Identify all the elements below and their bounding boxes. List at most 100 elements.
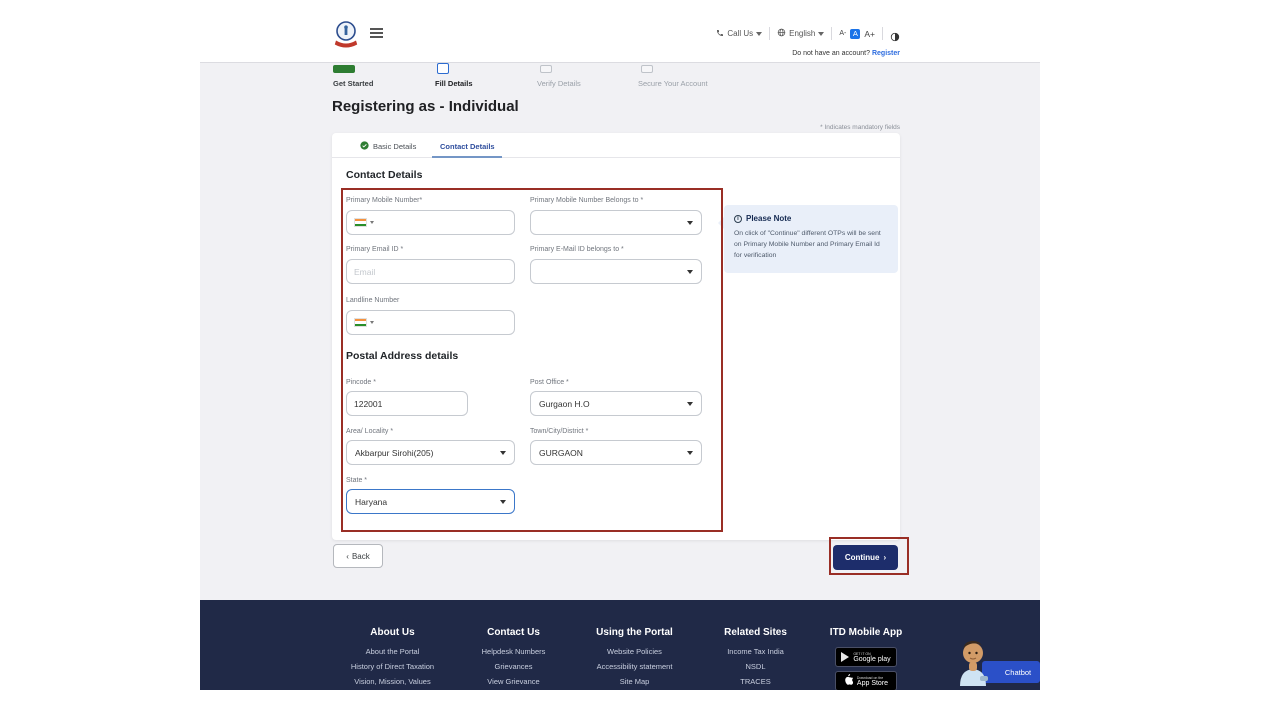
footer-link[interactable]: View Grievance xyxy=(453,677,574,686)
chatbot-label: Chatbot xyxy=(1005,668,1031,677)
email-belongs-label: Primary E-Mail ID belongs to * xyxy=(530,246,624,253)
pincode-input[interactable] xyxy=(346,391,468,416)
landline-input[interactable] xyxy=(346,310,515,335)
mandatory-fields-note: * Indicates mandatory fields xyxy=(820,124,900,131)
pincode-label: Pincode * xyxy=(346,379,376,386)
footer-link[interactable]: History of Direct Taxation xyxy=(332,662,453,671)
primary-mobile-label: Primary Mobile Number* xyxy=(346,197,422,204)
call-us-label: Call Us xyxy=(727,29,753,38)
contrast-toggle-icon[interactable] xyxy=(890,29,900,39)
india-flag-icon[interactable] xyxy=(354,318,367,327)
tab-basic-details[interactable]: Basic Details xyxy=(360,141,416,152)
globe-icon xyxy=(777,28,786,39)
email-belongs-select[interactable] xyxy=(530,259,702,284)
tab-label: Basic Details xyxy=(373,142,416,151)
footer-link[interactable]: Grievances xyxy=(453,662,574,671)
tab-contact-details[interactable]: Contact Details xyxy=(440,142,495,151)
font-decrease-button[interactable]: A- xyxy=(839,30,846,37)
note-title: Please Note xyxy=(746,214,791,223)
post-office-value: Gurgaon H.O xyxy=(539,399,590,409)
step-label: Verify Details xyxy=(537,79,581,88)
chevron-down-icon xyxy=(756,32,762,36)
info-icon: i xyxy=(734,215,742,223)
step-fill-details: Fill Details xyxy=(437,65,449,74)
hamburger-menu-icon[interactable] xyxy=(370,28,383,38)
income-tax-dept-logo-icon[interactable] xyxy=(333,20,359,50)
continue-button[interactable]: Continue › xyxy=(833,545,898,570)
footer-link[interactable]: Accessibility statement xyxy=(574,662,695,671)
account-prompt-text: Do not have an account? xyxy=(792,50,870,57)
footer-link[interactable]: NSDL xyxy=(695,662,816,671)
font-increase-button[interactable]: A+ xyxy=(864,29,875,39)
dropdown-caret-icon xyxy=(370,321,374,324)
primary-mobile-input[interactable] xyxy=(346,210,515,235)
registration-card: Basic Details Contact Details Contact De… xyxy=(332,133,900,540)
register-link[interactable]: Register xyxy=(872,50,900,57)
font-default-button[interactable]: A xyxy=(850,29,860,39)
font-size-controls: A- A A+ xyxy=(839,29,875,39)
header: Call Us English A- A A+ Do xyxy=(200,0,1040,62)
back-label: Back xyxy=(352,552,370,561)
mobile-belongs-select[interactable] xyxy=(530,210,702,235)
footer-link[interactable]: Site Map xyxy=(574,677,695,686)
footer-col-about-us: About Us About the Portal History of Dir… xyxy=(332,627,453,690)
postal-address-heading: Postal Address details xyxy=(346,350,458,362)
language-menu[interactable]: English xyxy=(777,28,824,39)
step-completed-icon xyxy=(333,65,355,73)
google-play-icon xyxy=(841,652,849,662)
footer-col-related-sites: Related Sites Income Tax India NSDL TRAC… xyxy=(695,627,816,690)
footer-col-contact-us: Contact Us Helpdesk Numbers Grievances V… xyxy=(453,627,574,690)
india-flag-icon[interactable] xyxy=(354,218,367,227)
step-get-started: Get Started xyxy=(333,65,355,73)
town-city-select[interactable]: GURGAON xyxy=(530,440,702,465)
step-secure-account: Secure Your Account xyxy=(641,65,653,73)
footer-link[interactable]: Income Tax India xyxy=(695,647,816,656)
state-value: Haryana xyxy=(355,497,387,507)
step-label: Fill Details xyxy=(435,79,473,88)
contact-details-heading: Contact Details xyxy=(346,169,422,181)
main-content: Get Started Fill Details Verify Details … xyxy=(200,62,1040,600)
footer-col-title: About Us xyxy=(332,627,453,638)
footer-col-title: Related Sites xyxy=(695,627,816,638)
app-store-badge[interactable]: Download on the App Store xyxy=(835,671,897,690)
post-office-select[interactable]: Gurgaon H.O xyxy=(530,391,702,416)
note-body: On click of "Continue" different OTPs wi… xyxy=(734,229,888,262)
header-utilities: Call Us English A- A A+ xyxy=(716,27,900,40)
footer-link[interactable]: TRACES xyxy=(695,677,816,686)
area-locality-label: Area/ Locality * xyxy=(346,428,393,435)
footer-link[interactable]: Helpdesk Numbers xyxy=(453,647,574,656)
footer-link[interactable]: About the Portal xyxy=(332,647,453,656)
state-label: State * xyxy=(346,477,367,484)
detail-tabs: Basic Details Contact Details xyxy=(332,133,900,158)
divider xyxy=(769,27,770,40)
call-us-menu[interactable]: Call Us xyxy=(716,29,762,39)
apple-icon xyxy=(844,672,853,690)
footer-col-using-portal: Using the Portal Website Policies Access… xyxy=(574,627,695,690)
dropdown-caret-icon xyxy=(370,221,374,224)
step-verify-details: Verify Details xyxy=(540,65,552,73)
area-locality-value: Akbarpur Sirohi(205) xyxy=(355,448,433,458)
state-select[interactable]: Haryana xyxy=(346,489,515,514)
area-locality-select[interactable]: Akbarpur Sirohi(205) xyxy=(346,440,515,465)
phone-icon xyxy=(716,29,724,39)
language-label: English xyxy=(789,29,815,38)
primary-email-label: Primary Email ID * xyxy=(346,246,403,253)
footer-link[interactable]: Website Policies xyxy=(574,647,695,656)
step-pending-icon xyxy=(641,65,653,73)
please-note-callout: i Please Note On click of "Continue" dif… xyxy=(724,205,898,273)
chatbot-avatar[interactable] xyxy=(952,636,994,688)
dropdown-caret-icon xyxy=(687,270,693,274)
mobile-belongs-label: Primary Mobile Number Belongs to * xyxy=(530,197,643,204)
badge-store: App Store xyxy=(857,680,888,687)
footer-col-title: Contact Us xyxy=(453,627,574,638)
google-play-badge[interactable]: GET IT ON Google play xyxy=(835,647,897,667)
step-pending-icon xyxy=(540,65,552,73)
check-circle-icon xyxy=(360,141,369,152)
post-office-label: Post Office * xyxy=(530,379,569,386)
step-label: Get Started xyxy=(333,79,373,88)
footer-link[interactable]: Vision, Mission, Values xyxy=(332,677,453,686)
back-button[interactable]: ‹ Back xyxy=(333,544,383,568)
efiling-portal-page: Call Us English A- A A+ Do xyxy=(200,0,1040,690)
primary-email-input[interactable] xyxy=(346,259,515,284)
divider xyxy=(882,27,883,40)
